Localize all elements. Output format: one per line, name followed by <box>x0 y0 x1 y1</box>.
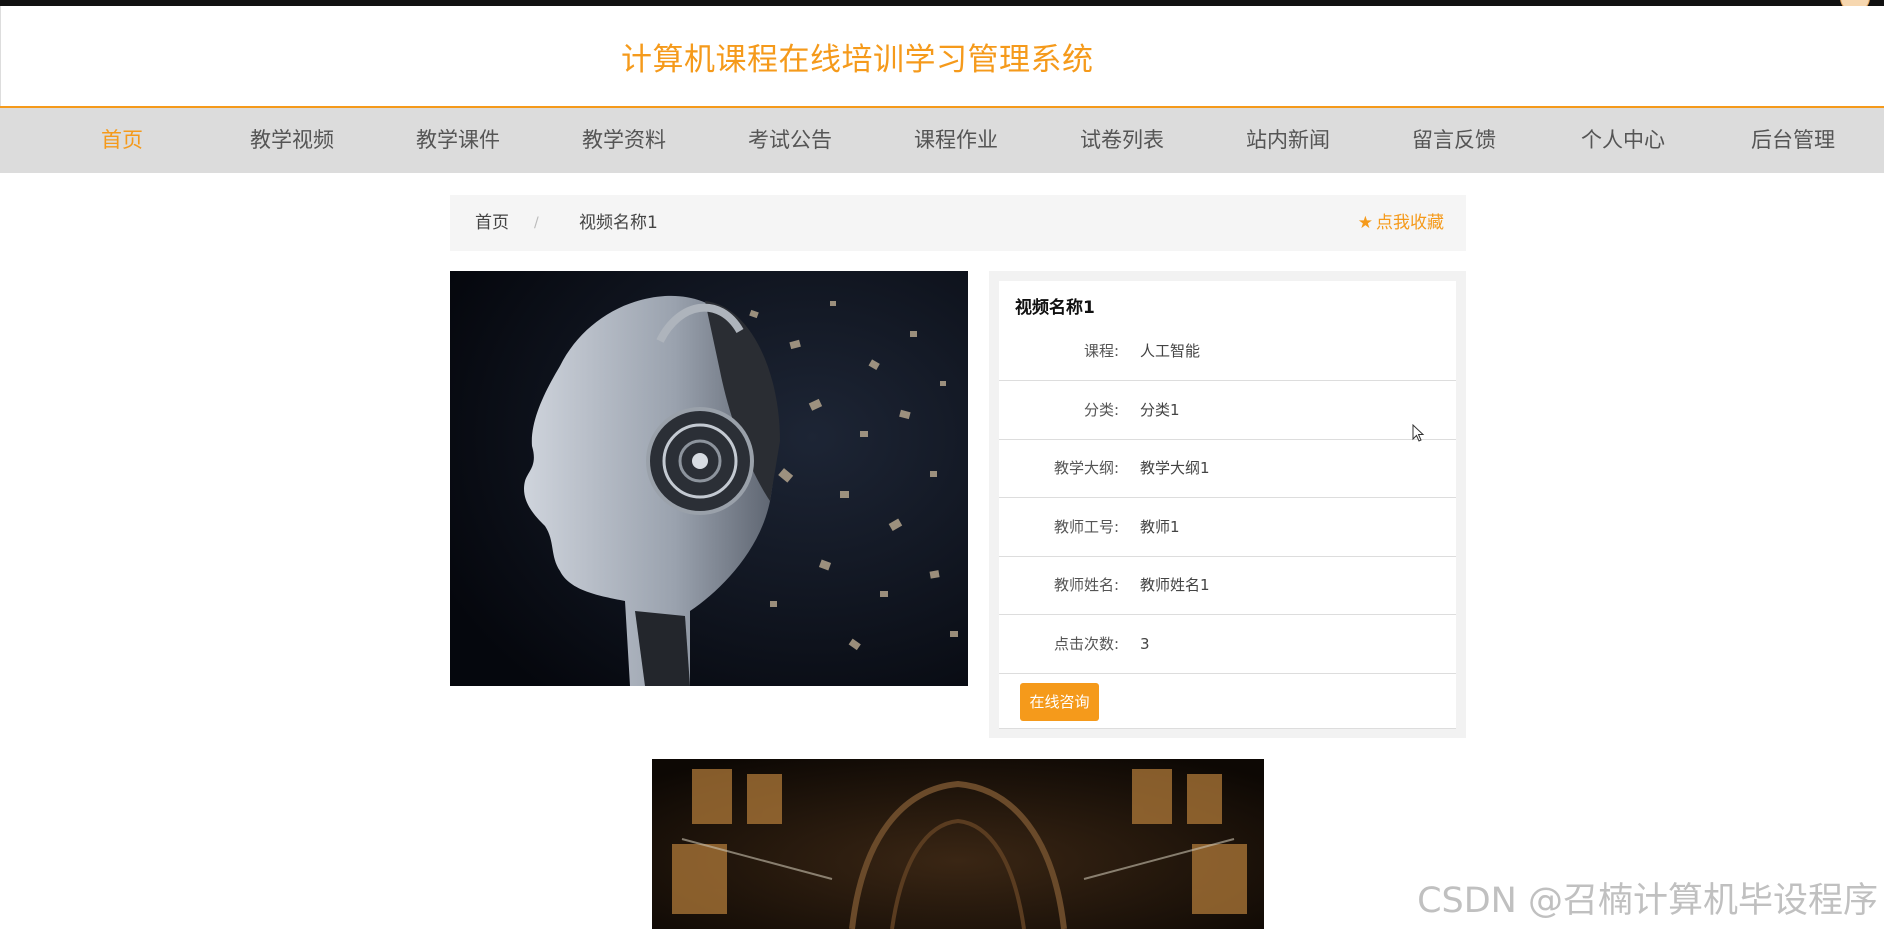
robot-head-illustration <box>450 271 968 686</box>
detail-row-teacher-name: 教师姓名: 教师姓名1 <box>999 556 1456 615</box>
breadcrumb: 首页 / 视频名称1 ★ 点我收藏 <box>450 195 1466 251</box>
divider <box>999 728 1456 729</box>
nav-paper-list[interactable]: 试卷列表 <box>1080 108 1164 173</box>
detail-row-teacher-id: 教师工号: 教师1 <box>999 498 1456 557</box>
row-label: 课程: <box>1083 342 1119 360</box>
nav-profile[interactable]: 个人中心 <box>1581 108 1665 173</box>
nav-courseware[interactable]: 教学课件 <box>416 108 500 173</box>
row-label: 教师姓名: <box>1053 576 1119 594</box>
row-value: 教师姓名1 <box>1140 576 1210 594</box>
breadcrumb-separator: / <box>534 215 539 231</box>
row-label: 教学大纲: <box>1053 459 1119 477</box>
video-title: 视频名称1 <box>1015 298 1095 318</box>
favorite-button[interactable]: ★ 点我收藏 <box>1358 195 1444 251</box>
detail-row-click-count: 点击次数: 3 <box>999 615 1456 674</box>
mouse-cursor-icon <box>1412 424 1425 442</box>
breadcrumb-home[interactable]: 首页 <box>475 195 509 251</box>
detail-row-syllabus: 教学大纲: 教学大纲1 <box>999 439 1456 498</box>
main-nav: 首页 教学视频 教学课件 教学资料 考试公告 课程作业 试卷列表 站内新闻 留言… <box>0 106 1884 173</box>
row-label: 点击次数: <box>1053 635 1119 653</box>
row-value: 教师1 <box>1140 518 1180 536</box>
online-consult-button[interactable]: 在线咨询 <box>1020 683 1099 721</box>
video-detail-card: 视频名称1 课程: 人工智能 分类: 分类1 教学大纲: 教学大纲1 教师工号:… <box>999 281 1456 729</box>
star-icon: ★ <box>1357 213 1373 233</box>
site-title: 计算机课程在线培训学习管理系统 <box>621 42 1094 78</box>
watermark: CSDN @召楠计算机毕设程序 <box>1417 881 1878 921</box>
row-label: 分类: <box>1083 401 1119 419</box>
nav-news[interactable]: 站内新闻 <box>1246 108 1330 173</box>
row-value: 教学大纲1 <box>1140 459 1210 477</box>
row-value: 人工智能 <box>1140 342 1201 360</box>
detail-row-category: 分类: 分类1 <box>999 381 1456 440</box>
nav-feedback[interactable]: 留言反馈 <box>1412 108 1496 173</box>
nav-admin[interactable]: 后台管理 <box>1751 108 1835 173</box>
video-detail-panel: 视频名称1 课程: 人工智能 分类: 分类1 教学大纲: 教学大纲1 教师工号:… <box>989 271 1466 738</box>
nav-home[interactable]: 首页 <box>101 108 143 173</box>
breadcrumb-current: 视频名称1 <box>579 213 658 233</box>
nav-teaching-video[interactable]: 教学视频 <box>250 108 334 173</box>
row-value: 3 <box>1140 635 1150 653</box>
nav-homework[interactable]: 课程作业 <box>914 108 998 173</box>
video-cover-image[interactable] <box>450 271 968 686</box>
detail-row-course: 课程: 人工智能 <box>999 322 1456 381</box>
nav-materials[interactable]: 教学资料 <box>582 108 666 173</box>
row-value: 分类1 <box>1140 401 1180 419</box>
library-banner-image <box>652 759 1264 929</box>
library-hall-illustration <box>652 759 1264 929</box>
favorite-label: 点我收藏 <box>1376 213 1444 233</box>
nav-exam-notice[interactable]: 考试公告 <box>748 108 832 173</box>
row-label: 教师工号: <box>1053 518 1119 536</box>
site-header: 计算机课程在线培训学习管理系统 <box>0 6 1884 106</box>
